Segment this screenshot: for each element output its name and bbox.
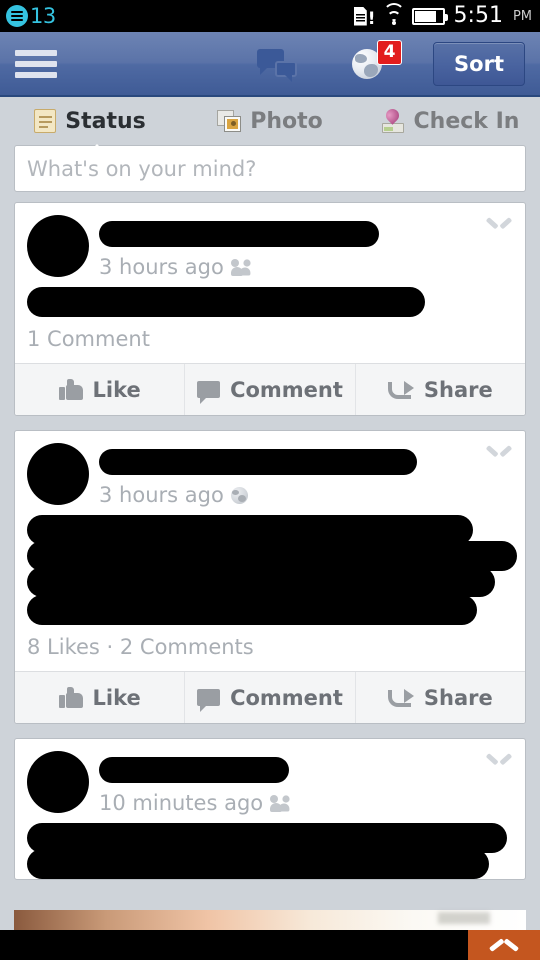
post-timestamp[interactable]: 3 hours ago (99, 483, 224, 507)
post-menu-chevron-down-icon[interactable] (489, 753, 509, 765)
author-name-redacted[interactable] (99, 221, 379, 247)
composer-tab-row: Status Photo Check In (0, 97, 540, 145)
status-input[interactable] (27, 156, 513, 181)
composer-area (0, 144, 540, 202)
bottom-bar (0, 930, 540, 960)
post-content-redacted (27, 287, 425, 317)
feed-post: 3 hours ago 8 Likes · 2 Comments Like Co… (14, 430, 526, 724)
post-menu-chevron-down-icon[interactable] (489, 445, 509, 457)
tab-status-label: Status (65, 108, 146, 134)
notifications-button[interactable]: 4 (344, 39, 402, 84)
tab-check-in[interactable]: Check In (360, 106, 540, 134)
post-menu-chevron-down-icon[interactable] (489, 217, 509, 229)
comment-label: Comment (230, 377, 343, 402)
avatar[interactable] (27, 751, 89, 813)
composer-caret (86, 144, 108, 155)
post-content-redacted (27, 849, 489, 879)
share-arrow-icon (388, 380, 414, 399)
post-stats[interactable]: 8 Likes · 2 Comments (15, 625, 525, 671)
status-bar-time: 5:51 (453, 3, 503, 28)
chevron-up-icon (492, 939, 516, 952)
post-meta: 3 hours ago (99, 255, 513, 279)
post-body (15, 507, 525, 625)
post-header-text: 3 hours ago (89, 215, 513, 279)
notifications-badge: 4 (377, 39, 402, 65)
post-timestamp[interactable]: 10 minutes ago (99, 791, 263, 815)
map-pin-icon (381, 106, 405, 133)
hamburger-menu-icon[interactable] (0, 49, 72, 78)
feed-post: 10 minutes ago (14, 738, 526, 880)
author-name-redacted[interactable] (99, 757, 289, 783)
post-actions: Like Comment Share (15, 363, 525, 415)
post-body (15, 815, 525, 879)
share-label: Share (423, 377, 493, 402)
sim-card-alert-icon: ! (353, 6, 376, 27)
thumbs-up-icon (58, 687, 83, 708)
share-button[interactable]: Share (356, 672, 525, 723)
post-header: 3 hours ago (15, 431, 525, 507)
comment-bubble-icon (197, 689, 221, 712)
messages-button[interactable] (254, 44, 300, 84)
share-label: Share (423, 685, 493, 710)
post-actions: Like Comment Share (15, 671, 525, 723)
tab-photo[interactable]: Photo (180, 109, 360, 134)
like-label: Like (92, 377, 141, 402)
post-stats[interactable]: 1 Comment (15, 317, 525, 363)
battery-icon (411, 7, 448, 25)
post-meta: 3 hours ago (99, 483, 513, 507)
like-label: Like (92, 685, 141, 710)
comment-button[interactable]: Comment (185, 672, 356, 723)
app-navbar: 4 Sort (0, 32, 540, 97)
comment-label: Comment (230, 685, 343, 710)
comment-button[interactable]: Comment (185, 364, 356, 415)
friends-privacy-icon (230, 258, 251, 276)
friends-privacy-icon (270, 794, 290, 812)
tab-status[interactable]: Status (0, 109, 180, 134)
post-timestamp[interactable]: 3 hours ago (99, 255, 224, 279)
friend-requests-icon (166, 49, 208, 79)
post-body (15, 279, 525, 317)
news-list-icon (6, 5, 28, 27)
like-button[interactable]: Like (15, 672, 186, 723)
wifi-icon (382, 2, 405, 25)
photo-icon (217, 110, 242, 132)
messages-icon (257, 48, 297, 82)
post-header: 3 hours ago (15, 203, 525, 279)
avatar[interactable] (27, 215, 89, 277)
feed-post: 3 hours ago 1 Comment Like Comment Share (14, 202, 526, 416)
friend-requests-button[interactable] (164, 44, 210, 84)
status-bar-ampm: PM (512, 8, 532, 24)
tab-check-in-label: Check In (413, 108, 520, 134)
post-photo-preview[interactable] (14, 910, 526, 930)
post-content-redacted (27, 595, 477, 625)
post-content-redacted (27, 567, 495, 597)
tab-photo-label: Photo (250, 108, 323, 134)
status-bar-right: ! 5:51 PM (353, 2, 532, 28)
comment-bubble-icon (197, 381, 221, 404)
note-icon (34, 109, 57, 133)
notification-count: 13 (30, 3, 56, 28)
post-header-text: 3 hours ago (89, 443, 513, 507)
news-feed: 3 hours ago 1 Comment Like Comment Share… (0, 202, 540, 880)
post-meta: 10 minutes ago (99, 791, 513, 815)
status-bar: 13 ! 5:51 PM (0, 0, 540, 32)
navbar-icon-group: 4 (164, 39, 402, 84)
share-button[interactable]: Share (356, 364, 525, 415)
sort-button[interactable]: Sort (433, 41, 525, 86)
share-arrow-icon (388, 688, 414, 707)
post-header-text: 10 minutes ago (89, 751, 513, 815)
scroll-to-top-button[interactable] (468, 930, 540, 960)
like-button[interactable]: Like (15, 364, 186, 415)
thumbs-up-icon (58, 379, 83, 400)
status-bar-left: 13 (6, 5, 56, 27)
author-name-redacted[interactable] (99, 449, 417, 475)
post-header: 10 minutes ago (15, 739, 525, 815)
avatar[interactable] (27, 443, 89, 505)
public-globe-privacy-icon (230, 486, 248, 504)
